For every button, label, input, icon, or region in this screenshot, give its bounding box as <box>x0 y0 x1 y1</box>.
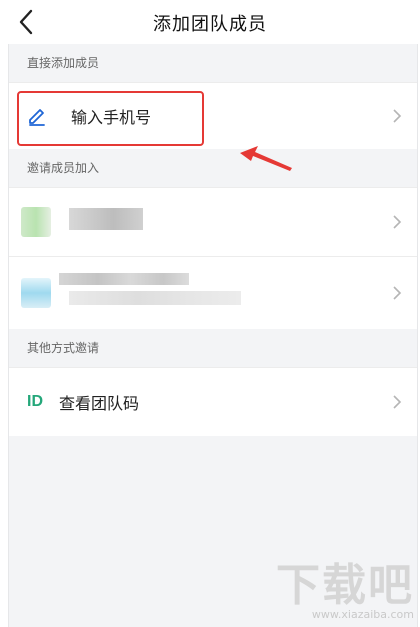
invite-contact-row-2[interactable] <box>9 256 417 329</box>
annotation-highlight-box <box>17 91 204 146</box>
view-team-code-label: 查看团队码 <box>59 394 140 413</box>
watermark: 下载吧 www.xiazaiba.com <box>276 560 414 622</box>
chevron-right-icon <box>393 286 402 300</box>
invite-contact-row-1[interactable] <box>9 187 417 256</box>
watermark-logo: 下载吧 <box>276 560 414 611</box>
section-header-invite: 邀请成员加入 <box>9 149 417 187</box>
chevron-right-icon <box>393 109 402 123</box>
avatar <box>21 207 51 237</box>
blurred-contact-name <box>59 273 189 285</box>
page-title: 添加团队成员 <box>153 14 267 35</box>
chevron-right-icon <box>393 395 402 409</box>
avatar <box>21 278 51 308</box>
annotation-arrow-icon <box>240 146 292 171</box>
blurred-contact-detail <box>69 291 241 305</box>
chevron-right-icon <box>393 215 402 229</box>
id-icon: ID <box>27 393 43 410</box>
section-header-other: 其他方式邀请 <box>9 329 417 367</box>
view-team-code-row[interactable]: ID 查看团队码 <box>9 367 417 436</box>
header-bar: 添加团队成员 <box>0 0 420 44</box>
section-header-direct: 直接添加成员 <box>9 44 417 82</box>
blurred-contact-name <box>69 208 143 230</box>
